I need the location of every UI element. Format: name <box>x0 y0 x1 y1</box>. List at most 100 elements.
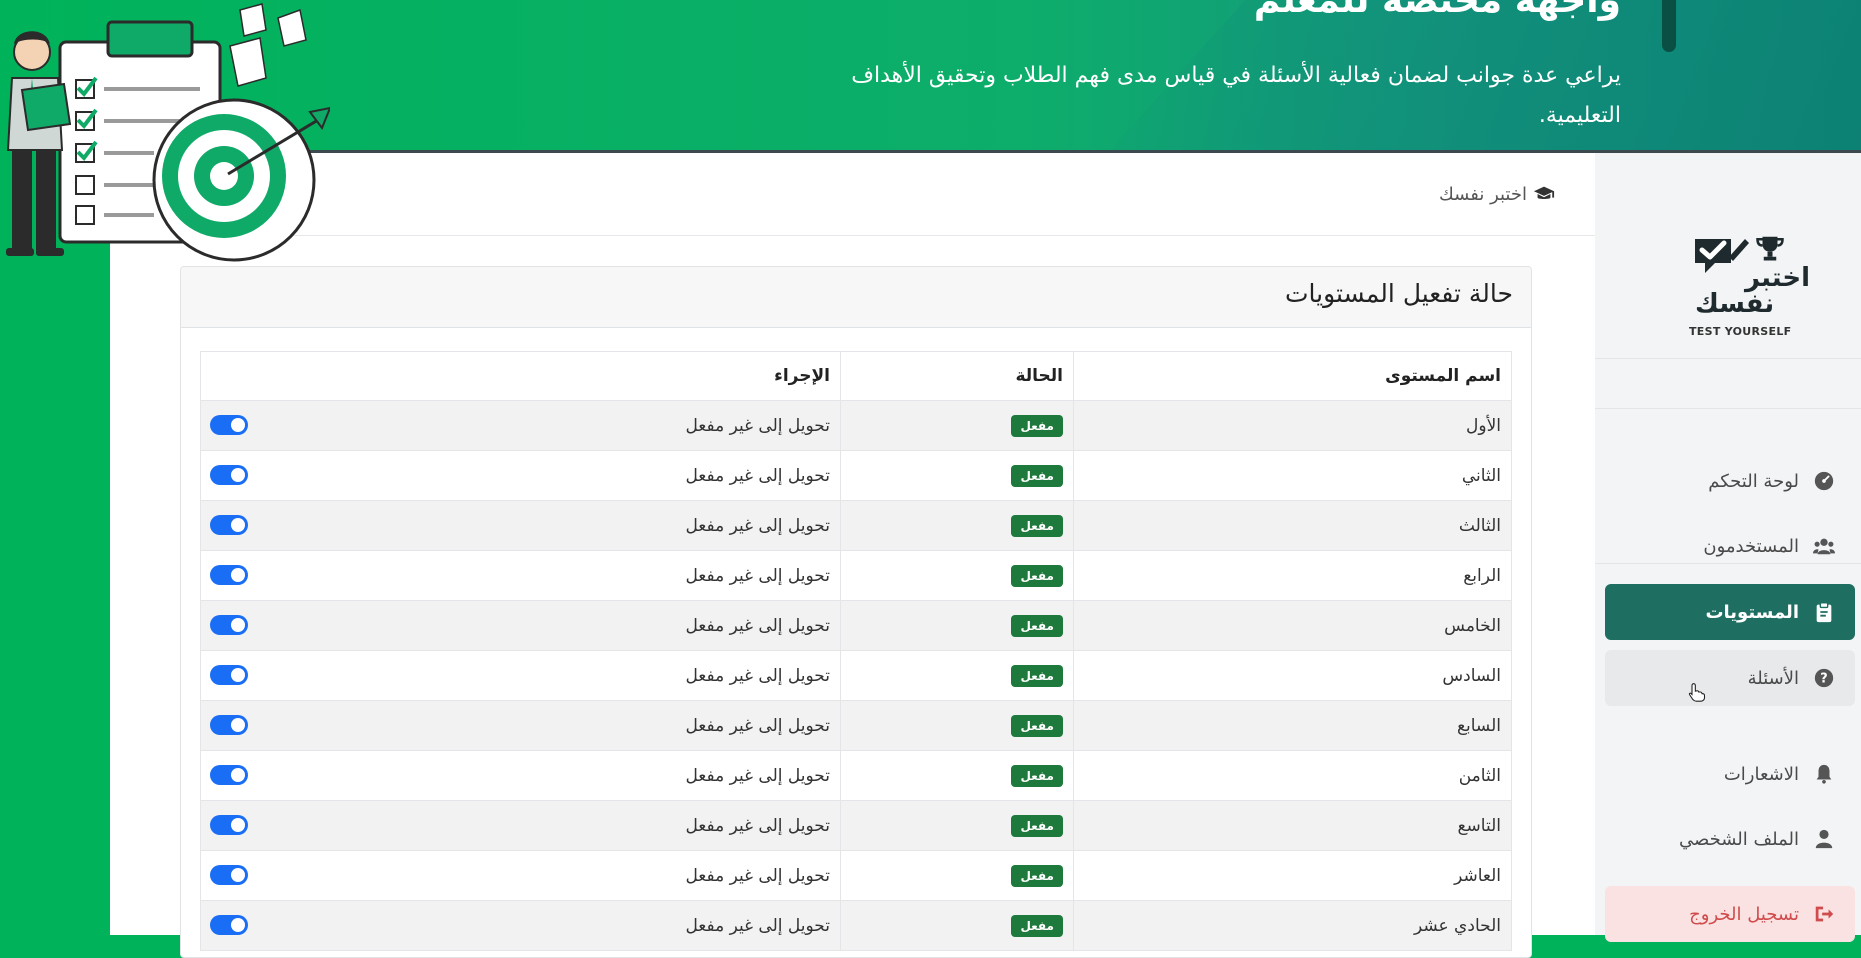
action-cell: تحويل إلى غير مفعل <box>200 850 841 901</box>
table-row: السابع مفعل تحويل إلى غير مفعل <box>200 700 1512 751</box>
status-toggle[interactable] <box>210 865 248 885</box>
toggle-knob <box>231 568 245 582</box>
status-toggle[interactable] <box>210 915 248 935</box>
svg-text:?: ? <box>1820 672 1827 687</box>
status-badge: مفعل <box>1011 514 1063 537</box>
sidebar-item-label: المستويات <box>1705 601 1799 623</box>
logo-area[interactable]: اختبر نفسك TEST YOURSELF <box>1595 193 1861 359</box>
status-cell: مفعل <box>840 900 1074 951</box>
level-name: السادس <box>1073 650 1512 701</box>
status-toggle[interactable] <box>210 815 248 835</box>
table-row: الثامن مفعل تحويل إلى غير مفعل <box>200 750 1512 801</box>
card-header: حالة تفعيل المستويات <box>181 267 1531 328</box>
hero-title: واجهة مختصة للمعلم <box>1253 0 1621 21</box>
levels-table-wrap: اسم المستوى الحالة الإجراء الأول مفعل تح… <box>200 351 1512 951</box>
teacher-illustration <box>6 3 330 262</box>
status-cell: مفعل <box>840 800 1074 851</box>
sidebar-item-profile[interactable]: الملف الشخصي <box>1605 811 1855 867</box>
action-cell: تحويل إلى غير مفعل <box>200 700 841 751</box>
logo-tagline: TEST YOURSELF <box>1689 325 1792 338</box>
sidebar-item-levels[interactable]: المستويات <box>1605 584 1855 640</box>
cursor-hand-icon <box>1688 683 1706 702</box>
status-toggle[interactable] <box>210 465 248 485</box>
sidebar-item-questions[interactable]: ? الأسئلة <box>1605 650 1855 706</box>
toggle-knob <box>231 768 245 782</box>
level-name: الرابع <box>1073 550 1512 601</box>
toggle-knob <box>231 718 245 732</box>
logout-icon <box>1815 906 1834 922</box>
status-toggle[interactable] <box>210 415 248 435</box>
status-cell: مفعل <box>840 650 1074 701</box>
action-label: تحويل إلى غير مفعل <box>685 865 830 886</box>
toggle-knob <box>231 818 245 832</box>
logo-trophy-icon <box>1756 236 1784 261</box>
table-row: العاشر مفعل تحويل إلى غير مفعل <box>200 850 1512 901</box>
action-cell: تحويل إلى غير مفعل <box>200 750 841 801</box>
status-toggle[interactable] <box>210 665 248 685</box>
level-name: الثامن <box>1073 750 1512 801</box>
status-toggle[interactable] <box>210 515 248 535</box>
status-toggle[interactable] <box>210 565 248 585</box>
question-circle-icon: ? <box>1814 668 1834 688</box>
graduation-cap-icon <box>1533 186 1555 200</box>
level-name: الأول <box>1073 400 1512 451</box>
sidebar-item-dashboard[interactable]: لوحة التحكم <box>1605 453 1855 509</box>
logo-check-badge-icon <box>1695 239 1749 273</box>
hero-description: يراعي عدة جوانب لضمان فعالية الأسئلة في … <box>851 63 1621 128</box>
table-row: الخامس مفعل تحويل إلى غير مفعل <box>200 600 1512 651</box>
action-label: تحويل إلى غير مفعل <box>685 615 830 636</box>
status-cell: مفعل <box>840 550 1074 601</box>
top-bar: اختبر نفسك <box>110 153 1595 236</box>
levels-card: حالة تفعيل المستويات اسم المستوى الحالة … <box>180 266 1532 958</box>
brand-link-label: اختبر نفسك <box>1439 183 1527 205</box>
action-cell: تحويل إلى غير مفعل <box>200 800 841 851</box>
status-badge: مفعل <box>1011 564 1063 587</box>
sidebar-item-users[interactable]: المستخدمون <box>1605 518 1855 574</box>
action-cell: تحويل إلى غير مفعل <box>200 450 841 501</box>
toggle-knob <box>231 468 245 482</box>
table-header-row: اسم المستوى الحالة الإجراء <box>200 351 1512 401</box>
status-toggle[interactable] <box>210 715 248 735</box>
action-label: تحويل إلى غير مفعل <box>685 715 830 736</box>
status-cell: مفعل <box>840 500 1074 551</box>
users-icon <box>1813 538 1835 555</box>
level-name: الثالث <box>1073 500 1512 551</box>
user-icon <box>1815 829 1833 849</box>
sidebar-item-label: المستخدمون <box>1703 535 1799 557</box>
toggle-knob <box>231 418 245 432</box>
sidebar-item-label: الاشعارات <box>1723 763 1799 785</box>
dashboard-icon <box>1814 471 1834 491</box>
header-name: اسم المستوى <box>1073 351 1512 401</box>
status-badge: مفعل <box>1011 914 1063 937</box>
sidebar-divider <box>1595 408 1861 409</box>
action-label: تحويل إلى غير مفعل <box>685 915 830 936</box>
status-cell: مفعل <box>840 400 1074 451</box>
toggle-knob <box>231 618 245 632</box>
sidebar-item-notifications[interactable]: الاشعارات <box>1605 746 1855 802</box>
status-cell: مفعل <box>840 450 1074 501</box>
card-title: حالة تفعيل المستويات <box>1284 279 1513 308</box>
brand-link[interactable]: اختبر نفسك <box>1439 183 1555 205</box>
action-label: تحويل إلى غير مفعل <box>685 415 830 436</box>
sidebar-item-logout[interactable]: تسجيل الخروج <box>1605 886 1855 942</box>
sidebar: اختبر نفسك TEST YOURSELF لوحة التحكم الم… <box>1595 153 1861 942</box>
table-row: الثالث مفعل تحويل إلى غير مفعل <box>200 500 1512 551</box>
sidebar-item-label: الأسئلة <box>1747 667 1799 689</box>
toggle-knob <box>231 668 245 682</box>
status-toggle[interactable] <box>210 765 248 785</box>
level-name: العاشر <box>1073 850 1512 901</box>
status-badge: مفعل <box>1011 614 1063 637</box>
level-name: التاسع <box>1073 800 1512 851</box>
status-badge: مفعل <box>1011 464 1063 487</box>
action-label: تحويل إلى غير مفعل <box>685 565 830 586</box>
bell-icon <box>1816 764 1832 784</box>
table-row: الثاني مفعل تحويل إلى غير مفعل <box>200 450 1512 501</box>
action-cell: تحويل إلى غير مفعل <box>200 650 841 701</box>
status-cell: مفعل <box>840 600 1074 651</box>
sidebar-item-label: لوحة التحكم <box>1708 470 1799 492</box>
app-window: اختبر نفسك حالة تفعيل المستويات اسم المس… <box>110 150 1861 958</box>
status-toggle[interactable] <box>210 615 248 635</box>
action-label: تحويل إلى غير مفعل <box>685 465 830 486</box>
action-label: تحويل إلى غير مفعل <box>685 515 830 536</box>
action-label: تحويل إلى غير مفعل <box>685 815 830 836</box>
